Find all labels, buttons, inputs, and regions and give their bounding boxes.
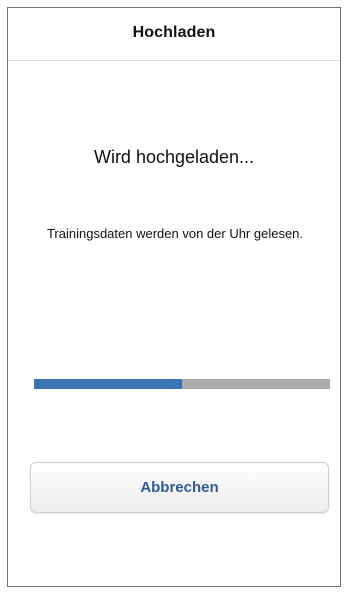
upload-status-title: Wird hochgeladen... (93, 147, 255, 167)
upload-status-detail: Trainingsdaten werden von der Uhr gelese… (46, 226, 304, 241)
upload-progress-fill (34, 379, 182, 389)
cancel-button-label: Abbrechen (140, 479, 219, 496)
cancel-button[interactable]: Abbrechen (30, 462, 329, 513)
navigation-header: Hochladen (8, 8, 340, 61)
page-title: Hochladen (132, 24, 216, 41)
upload-progress-bar (34, 379, 330, 389)
app-screen: Hochladen Wird hochgeladen... Trainingsd… (7, 7, 341, 587)
